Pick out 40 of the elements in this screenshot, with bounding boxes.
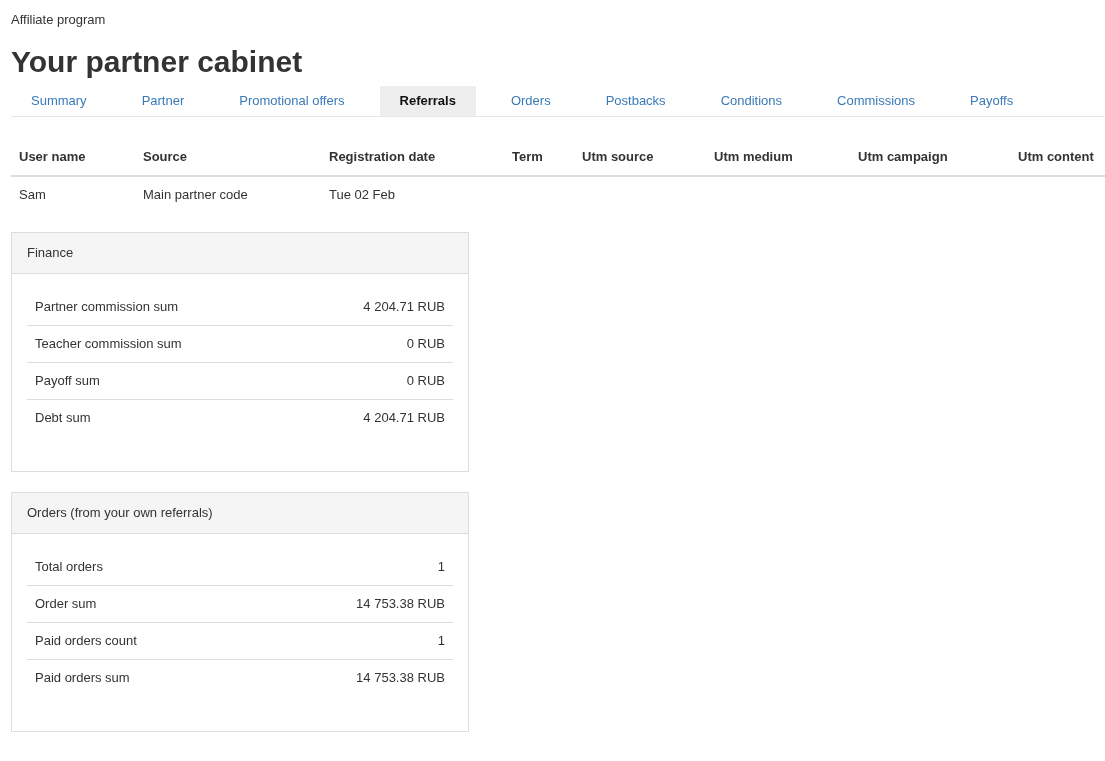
- column-header: Utm campaign: [858, 149, 948, 164]
- column-header: Source: [143, 149, 188, 164]
- stat-value: 14 753.38 RUB: [356, 669, 445, 688]
- tab[interactable]: Promotional offers: [219, 86, 365, 116]
- panel-header: Finance: [12, 233, 468, 274]
- column-header: Utm content: [1018, 149, 1094, 164]
- panel-header: Orders (from your own referrals): [12, 493, 468, 534]
- stat-value: 4 204.71 RUB: [363, 409, 445, 428]
- stat-label: Total orders: [35, 557, 103, 576]
- column-header: Term: [512, 149, 543, 164]
- tab[interactable]: Postbacks: [585, 86, 686, 116]
- stat-value: 1: [437, 557, 445, 576]
- stat-label: Partner commission sum: [35, 297, 179, 316]
- stat-value: 0 RUB: [406, 372, 445, 391]
- stat-label: Payoff sum: [35, 372, 100, 391]
- column-header: Utm medium: [714, 149, 793, 164]
- tab[interactable]: Payoffs: [950, 86, 1034, 116]
- stat-label: Debt sum: [35, 409, 91, 428]
- tab[interactable]: Commissions: [817, 86, 936, 116]
- tab[interactable]: Conditions: [700, 86, 803, 116]
- table-cell: Tue 02 Feb: [329, 186, 395, 202]
- stat-value: 0 RUB: [406, 335, 445, 354]
- tab[interactable]: Referrals: [379, 86, 476, 116]
- stat-label: Teacher commission sum: [35, 335, 182, 354]
- table-cell: Sam: [19, 186, 46, 202]
- tab[interactable]: Partner: [121, 86, 205, 116]
- table-cell: Main partner code: [143, 186, 248, 202]
- stat-value: 1: [437, 632, 445, 651]
- column-header: User name: [19, 149, 86, 164]
- stat-value: 4 204.71 RUB: [363, 297, 445, 316]
- breadcrumb: Affiliate program: [11, 11, 106, 29]
- page-title: Your partner cabinet: [11, 44, 303, 80]
- stat-label: Paid orders count: [35, 632, 137, 651]
- stat-label: Order sum: [35, 595, 97, 614]
- stat-label: Paid orders sum: [35, 669, 130, 688]
- column-header: Registration date: [329, 149, 436, 164]
- tab[interactable]: Summary: [11, 86, 107, 116]
- stat-value: 14 753.38 RUB: [356, 595, 445, 614]
- column-header: Utm source: [582, 149, 654, 164]
- tab[interactable]: Orders: [490, 86, 571, 116]
